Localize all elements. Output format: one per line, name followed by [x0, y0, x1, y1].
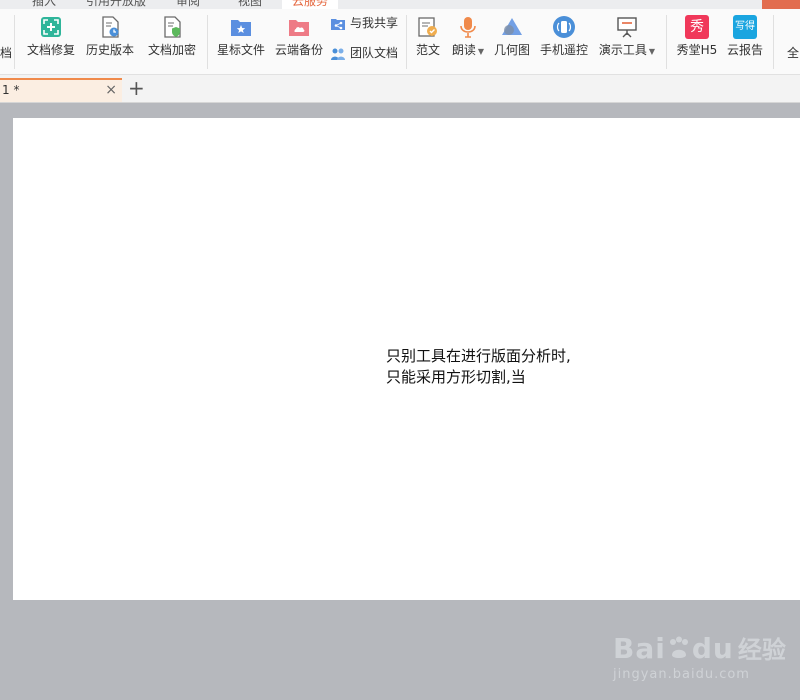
cloud-backup-icon — [289, 20, 309, 36]
xiutang-icon: 秀 — [685, 15, 709, 39]
read-aloud-button[interactable]: 朗读 ▼ — [449, 15, 487, 67]
watermark-brand: Bai — [613, 632, 666, 665]
presentation-icon — [617, 17, 637, 38]
window-corner-accent — [762, 0, 800, 9]
ribbon-partial-right-button[interactable]: 全 — [787, 44, 799, 62]
watermark-cn: 经验 — [737, 636, 786, 664]
star-file-label: 星标文件 — [216, 43, 265, 57]
team-icon — [331, 48, 345, 60]
ribbon-separator — [773, 15, 774, 69]
share-icon — [331, 18, 345, 30]
ribbon-separator — [207, 15, 208, 69]
geometry-label: 几何图 — [493, 43, 530, 57]
phone-remote-button[interactable]: 手机遥控 — [538, 15, 590, 67]
menu-tab-view[interactable]: 视图 — [238, 0, 262, 9]
ribbon-partial-button[interactable]: 档 — [0, 44, 12, 62]
xiutang-h5-button[interactable]: 秀 秀堂H5 — [674, 15, 720, 67]
history-version-button[interactable]: 历史版本 — [84, 15, 136, 67]
doc-encrypt-label: 文档加密 — [147, 43, 196, 57]
team-doc-button[interactable]: 团队文档 — [330, 44, 398, 62]
presentation-tools-label: 演示工具 ▼ — [598, 43, 656, 57]
star-folder-icon — [231, 20, 251, 36]
doc-repair-button[interactable]: 文档修复 — [25, 15, 77, 67]
ribbon-separator — [14, 15, 15, 69]
phone-remote-icon — [553, 16, 575, 38]
document-tab-bar: 1 * × + — [0, 75, 800, 103]
document-tab[interactable]: 1 * × — [0, 78, 122, 102]
template-label: 范文 — [415, 43, 440, 57]
shared-with-me-label: 与我共享 — [350, 16, 399, 30]
watermark-brand-suffix: du — [691, 632, 734, 665]
geometry-icon — [502, 18, 522, 35]
add-tab-icon[interactable]: + — [128, 77, 145, 99]
doc-repair-icon — [41, 17, 61, 37]
document-text[interactable]: 只别工具在进行版面分析时,只能采用方形切割,当 — [386, 346, 581, 388]
doc-encrypt-icon — [164, 16, 181, 38]
menu-tab-reference[interactable]: 引用开放版 — [86, 0, 146, 9]
read-aloud-label: 朗读 ▼ — [451, 43, 485, 57]
cloud-backup-button[interactable]: 云端备份 — [273, 15, 325, 67]
menu-tab-review[interactable]: 审阅 — [176, 0, 200, 9]
template-icon — [418, 17, 437, 37]
doc-encrypt-button[interactable]: 文档加密 — [146, 15, 198, 67]
menu-tab-bar: 插入 引用开放版 审阅 视图 云服务 — [0, 0, 800, 9]
document-page[interactable]: 只别工具在进行版面分析时,只能采用方形切割,当 Bai du 经验 jingyan… — [13, 118, 800, 682]
ribbon-toolbar: 档 文档修复 历史版本 文档加密 星标文件 云端备份 与我共享 团队文档 范文 … — [0, 9, 800, 75]
cloud-report-button[interactable]: 写得 云报告 — [725, 15, 765, 67]
baidu-jingyan-watermark: Bai du 经验 jingyan.baidu.com — [613, 630, 793, 700]
presentation-tools-button[interactable]: 演示工具 ▼ — [596, 15, 658, 67]
shared-with-me-button[interactable]: 与我共享 — [330, 14, 398, 32]
ribbon-separator — [666, 15, 667, 69]
xiutang-h5-label: 秀堂H5 — [676, 43, 718, 57]
history-version-label: 历史版本 — [85, 43, 134, 57]
close-tab-icon[interactable]: × — [105, 82, 117, 98]
microphone-icon — [460, 17, 476, 38]
template-button[interactable]: 范文 — [413, 15, 443, 67]
paw-icon — [669, 636, 688, 658]
document-tab-title: 1 * — [2, 83, 20, 97]
watermark-url: jingyan.baidu.com — [613, 667, 750, 682]
cloud-report-icon: 写得 — [733, 15, 757, 39]
cloud-report-label: 云报告 — [726, 43, 763, 57]
doc-repair-label: 文档修复 — [26, 43, 75, 57]
menu-tab-cloud-service[interactable]: 云服务 — [282, 0, 339, 9]
history-icon — [102, 16, 119, 38]
phone-remote-label: 手机遥控 — [539, 43, 588, 57]
geometry-button[interactable]: 几何图 — [493, 15, 531, 67]
ribbon-separator — [406, 15, 407, 69]
star-file-button[interactable]: 星标文件 — [215, 15, 267, 67]
team-doc-label: 团队文档 — [350, 46, 399, 60]
cloud-backup-label: 云端备份 — [274, 43, 323, 57]
menu-tab-insert[interactable]: 插入 — [32, 0, 56, 9]
